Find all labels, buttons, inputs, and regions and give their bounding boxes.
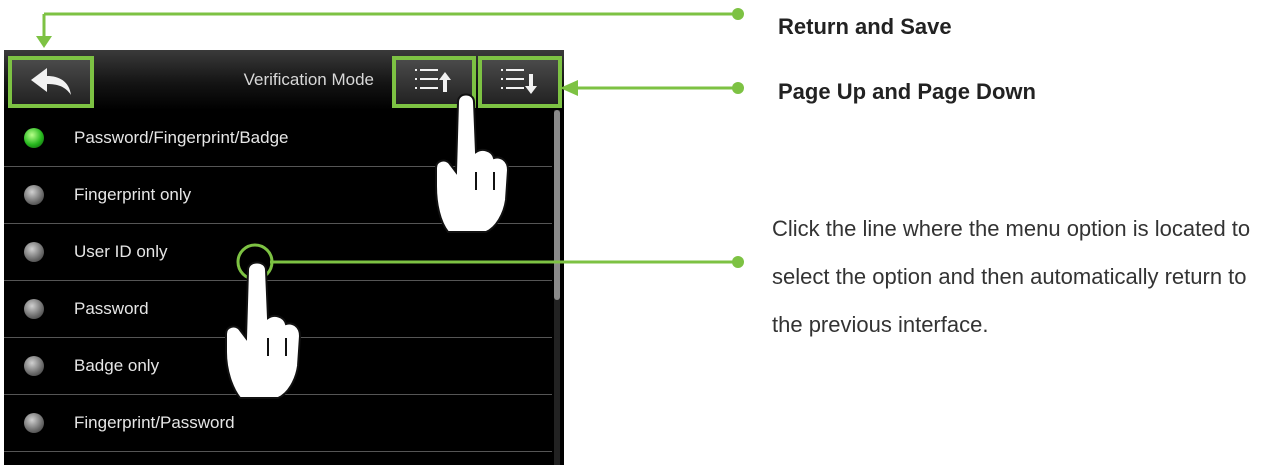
back-button[interactable] <box>8 56 94 108</box>
list-item[interactable]: Fingerprint/Password <box>4 395 552 452</box>
title-bar: Verification Mode <box>4 50 564 110</box>
return-save-label: Return and Save <box>778 14 952 39</box>
list-item[interactable]: Password <box>4 281 552 338</box>
connector-dot <box>732 256 744 268</box>
scrollbar[interactable] <box>554 110 560 465</box>
page-up-icon <box>415 69 451 92</box>
connector-dot <box>732 82 744 94</box>
list-item[interactable]: User ID only <box>4 224 552 281</box>
scrollbar-thumb[interactable] <box>554 110 560 300</box>
page-down-icon <box>501 69 537 94</box>
list-item[interactable]: Password/Fingerprint/Badge <box>4 110 552 167</box>
option-label: Fingerprint only <box>74 185 192 204</box>
page-up-down-label: Page Up and Page Down <box>778 79 1036 104</box>
option-select-description: Click the line where the menu option is … <box>772 216 1251 337</box>
verification-mode-list: Password/Fingerprint/Badge Fingerprint o… <box>4 110 552 452</box>
radio-icon <box>24 242 44 262</box>
return-arrow-icon <box>31 68 71 95</box>
device-screen: Verification Mode Password/Fingerprint/B… <box>4 50 564 465</box>
option-label: User ID only <box>74 242 168 261</box>
down-arrow-icon <box>36 36 52 48</box>
page-up-button[interactable] <box>392 56 476 108</box>
list-item[interactable]: Badge only <box>4 338 552 395</box>
option-label: Password/Fingerprint/Badge <box>74 128 289 147</box>
connector-dot <box>732 8 744 20</box>
radio-selected-icon <box>24 128 44 148</box>
option-label: Fingerprint/Password <box>74 413 235 432</box>
radio-icon <box>24 356 44 376</box>
radio-icon <box>24 299 44 319</box>
list-item[interactable]: Fingerprint only <box>4 167 552 224</box>
screen-title: Verification Mode <box>243 70 374 89</box>
option-label: Badge only <box>74 356 160 375</box>
radio-icon <box>24 185 44 205</box>
radio-icon <box>24 413 44 433</box>
option-label: Password <box>74 299 149 318</box>
page-down-button[interactable] <box>478 56 562 108</box>
